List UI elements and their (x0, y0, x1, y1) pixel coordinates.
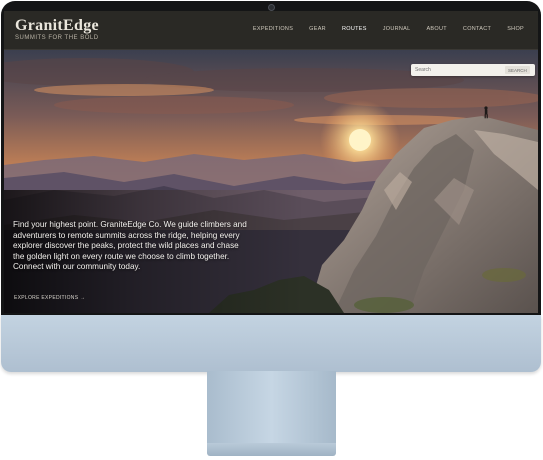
nav-item-routes[interactable]: ROUTES (334, 26, 375, 32)
nav-item-contact[interactable]: CONTACT (455, 26, 499, 32)
site-tagline: SUMMITS FOR THE BOLD (15, 35, 99, 41)
monitor-screen: GranitEdge SUMMITS FOR THE BOLD EXPEDITI… (4, 11, 538, 313)
site-logo[interactable]: GranitEdge (15, 17, 99, 35)
monitor-chin (1, 315, 541, 372)
search-button[interactable]: SEARCH (505, 66, 530, 74)
nav-item-journal[interactable]: JOURNAL (375, 26, 419, 32)
search-input[interactable] (411, 67, 505, 73)
nav-item-shop[interactable]: SHOP (499, 26, 532, 32)
main-nav: EXPEDITIONS GEAR ROUTES JOURNAL ABOUT CO… (245, 26, 532, 32)
camera-icon (268, 4, 275, 11)
search-box: SEARCH (411, 64, 535, 76)
hero-explore-link[interactable]: EXPLORE EXPEDITIONS → (14, 295, 85, 301)
site-header: GranitEdge SUMMITS FOR THE BOLD EXPEDITI… (4, 11, 538, 50)
monitor-stand-foot (207, 443, 336, 456)
nav-item-expeditions[interactable]: EXPEDITIONS (245, 26, 301, 32)
monitor-bezel: GranitEdge SUMMITS FOR THE BOLD EXPEDITI… (1, 1, 541, 315)
monitor-stand-neck (207, 371, 336, 445)
nav-item-gear[interactable]: GEAR (301, 26, 334, 32)
hero-landscape-image (4, 50, 538, 313)
hero-paragraph: Find your highest point. GraniteEdge Co.… (13, 220, 247, 272)
hero-banner: SEARCH Find your highest point. GraniteE… (4, 50, 538, 313)
nav-item-about[interactable]: ABOUT (418, 26, 454, 32)
